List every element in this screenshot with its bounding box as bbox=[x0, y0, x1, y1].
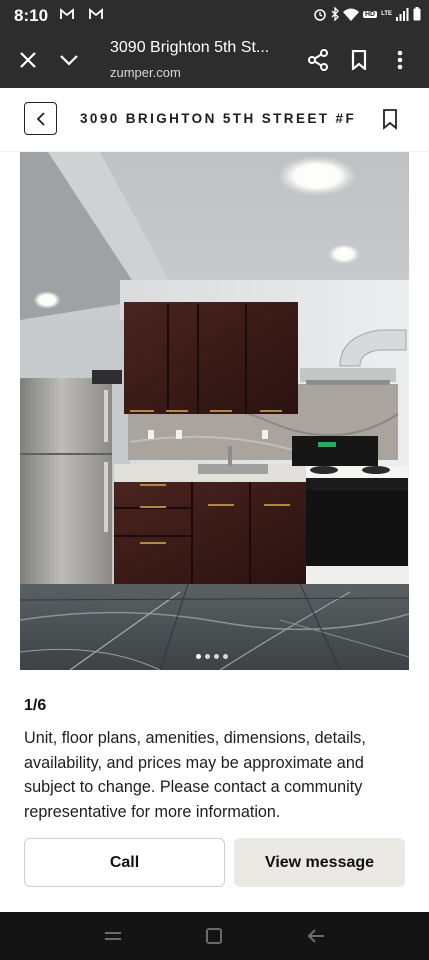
listing-header: 3090 BRIGHTON 5TH STREET #F bbox=[0, 88, 429, 152]
bookmark-icon bbox=[351, 50, 367, 70]
close-icon bbox=[20, 52, 36, 68]
signal-icon bbox=[396, 7, 409, 21]
browser-url[interactable]: zumper.com bbox=[110, 65, 181, 80]
gallery-dot[interactable] bbox=[196, 654, 201, 659]
status-bar: 8:10 HD LTE bbox=[0, 0, 429, 32]
collapse-button[interactable] bbox=[53, 44, 85, 76]
close-tab-button[interactable] bbox=[12, 44, 44, 76]
kitchen-photo bbox=[20, 152, 409, 670]
more-vert-icon bbox=[397, 50, 403, 70]
gmail-icon bbox=[60, 8, 74, 19]
gallery-dot[interactable] bbox=[223, 654, 228, 659]
system-icons: HD LTE bbox=[313, 7, 421, 21]
system-navigation-bar bbox=[0, 912, 429, 960]
browser-page-title: 3090 Brighton 5th St... bbox=[110, 39, 270, 56]
call-button[interactable]: Call bbox=[24, 838, 225, 887]
home-icon[interactable] bbox=[202, 924, 226, 948]
status-time: 8:10 bbox=[14, 6, 49, 25]
hd-icon: HD bbox=[362, 10, 378, 18]
bookmark-icon[interactable] bbox=[381, 108, 399, 130]
wifi-icon bbox=[342, 8, 359, 21]
view-message-button[interactable]: View message bbox=[234, 838, 405, 887]
more-options-button[interactable] bbox=[384, 44, 416, 76]
photo-counter: 1/6 bbox=[24, 697, 47, 714]
back-button[interactable] bbox=[24, 102, 57, 135]
gallery-dot[interactable] bbox=[205, 654, 210, 659]
alarm-icon bbox=[314, 9, 326, 21]
recent-apps-icon[interactable] bbox=[101, 924, 125, 948]
gmail-icon bbox=[89, 8, 103, 19]
disclaimer-text: Unit, floor plans, amenities, dimensions… bbox=[24, 729, 366, 821]
chevron-down-icon bbox=[60, 55, 78, 66]
bluetooth-icon bbox=[331, 7, 339, 21]
back-icon[interactable] bbox=[304, 924, 328, 948]
browser-toolbar: 3090 Brighton 5th St... zumper.com bbox=[0, 32, 429, 88]
gallery-dots bbox=[196, 654, 228, 659]
gallery-dot[interactable] bbox=[214, 654, 219, 659]
share-button[interactable] bbox=[302, 44, 334, 76]
listing-title: 3090 BRIGHTON 5TH STREET #F bbox=[80, 111, 357, 126]
battery-icon bbox=[413, 7, 421, 21]
back-arrow-icon bbox=[36, 111, 45, 126]
listing-photo[interactable] bbox=[20, 152, 409, 670]
lte-icon: LTE bbox=[381, 11, 392, 17]
share-icon bbox=[308, 49, 328, 71]
bookmark-page-button[interactable] bbox=[343, 44, 375, 76]
